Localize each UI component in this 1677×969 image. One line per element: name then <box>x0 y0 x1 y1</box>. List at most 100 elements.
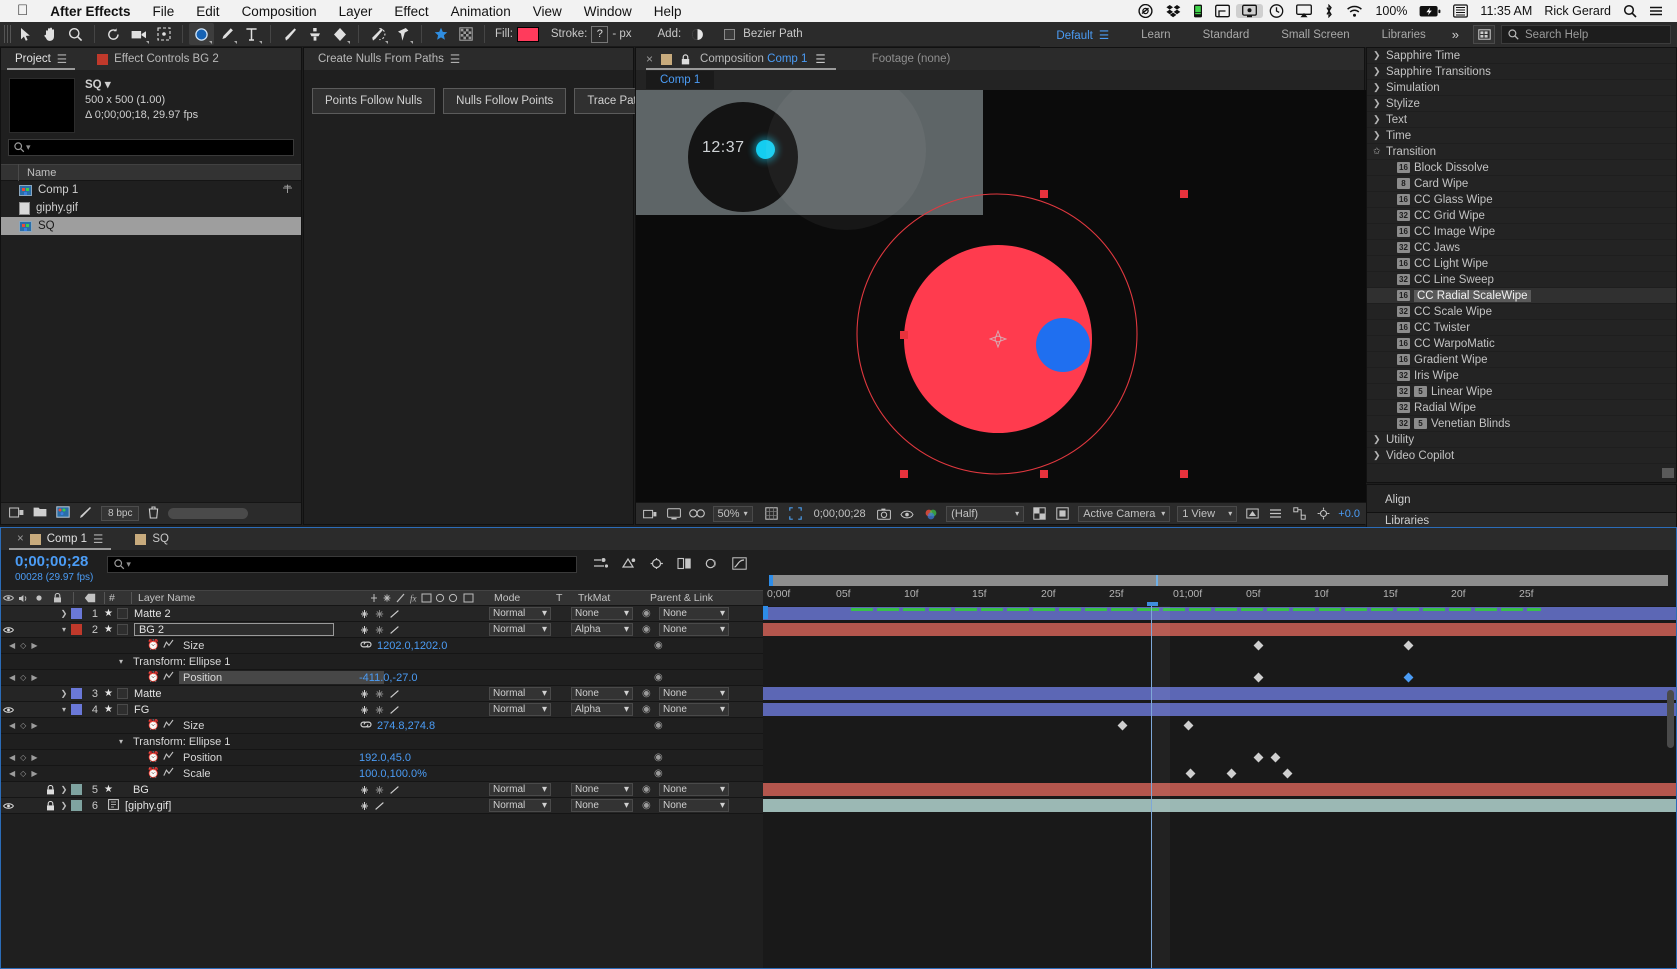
keyboard-input-icon[interactable] <box>1447 4 1474 18</box>
effects-list[interactable]: ❯ Sapphire Time ❯ Sapphire Transitions ❯ Si… <box>1367 48 1676 482</box>
col-number[interactable]: # <box>109 590 125 606</box>
layer-name[interactable]: Matte 2 <box>134 608 171 620</box>
keyframe-nav[interactable]: ◀ ◇ ▶ <box>1 769 37 778</box>
project-item-name[interactable]: SQ ▾ <box>85 78 198 93</box>
add-keyframe-icon[interactable]: ◇ <box>20 673 26 682</box>
next-keyframe-icon[interactable]: ▶ <box>31 673 37 682</box>
layer-color-chip[interactable] <box>71 608 82 619</box>
visibility-toggle[interactable] <box>1 802 15 810</box>
rotation-tool-icon[interactable] <box>101 23 126 45</box>
airplay-icon[interactable] <box>1290 4 1318 18</box>
creative-cloud-icon[interactable] <box>1131 4 1160 18</box>
expand-chevron-icon[interactable]: ❯ <box>57 785 71 794</box>
effect-item-cc-light-wipe[interactable]: 16 CC Light Wipe <box>1367 256 1676 272</box>
tab-effect-controls[interactable]: Effect Controls BG 2 <box>89 48 227 70</box>
effect-item-block-dissolve[interactable]: 16 Block Dissolve <box>1367 160 1676 176</box>
trkmat-dropdown[interactable]: None ▾ <box>571 607 633 620</box>
mode-cell[interactable]: Normal ▾ <box>489 783 555 796</box>
lock-toggle[interactable] <box>43 784 57 795</box>
layer-inpoint-handle[interactable] <box>763 606 768 619</box>
timeline-vertical-scrollbar[interactable] <box>1667 690 1674 748</box>
workspace-small-screen[interactable]: Small Screen <box>1265 29 1365 41</box>
type-tool-icon[interactable] <box>239 23 264 45</box>
close-icon[interactable]: × <box>646 52 653 66</box>
comp-flowchart-icon[interactable] <box>1291 506 1308 522</box>
parent-cell[interactable]: None ▾ <box>659 687 729 700</box>
draft-3d-icon[interactable] <box>621 557 636 573</box>
timeline-current-time[interactable]: 0;00;00;28 00028 (29.97 fps) <box>1 554 93 586</box>
composition-panel-menu-icon[interactable]: ☰ <box>815 52 825 66</box>
track-row[interactable] <box>763 782 1676 798</box>
keyframe-marker[interactable] <box>1403 672 1414 683</box>
collapse-chevron-icon[interactable]: ▾ <box>119 737 123 746</box>
col-t[interactable]: T <box>556 590 578 606</box>
prev-keyframe-icon[interactable]: ◀ <box>9 769 15 778</box>
effect-item-cc-grid-wipe[interactable]: 32 CC Grid Wipe <box>1367 208 1676 224</box>
workspace-learn[interactable]: Learn <box>1125 29 1186 41</box>
work-area-bar[interactable] <box>769 575 1668 586</box>
property-value[interactable]: -411.0,-27.0 <box>359 672 418 684</box>
table-row[interactable]: ▾ 4 ★ FG Normal ▾ Alpha ▾ ◉ None ▾ <box>1 702 763 718</box>
layer-name[interactable]: BG <box>133 784 149 796</box>
effects-panel-resize-grip[interactable] <box>1662 468 1674 478</box>
next-keyframe-icon[interactable]: ▶ <box>31 641 37 650</box>
parent-pickwhip-icon[interactable]: ◉ <box>642 608 651 619</box>
trkmat-dropdown[interactable]: Alpha ▾ <box>571 703 633 716</box>
toggle-transparency-grid-icon[interactable] <box>1031 506 1048 522</box>
layer-color-chip[interactable] <box>71 624 82 635</box>
collapse-chevron-icon[interactable]: ▾ <box>119 657 123 666</box>
menu-effect[interactable]: Effect <box>383 4 439 19</box>
prev-keyframe-icon[interactable]: ◀ <box>9 641 15 650</box>
menu-animation[interactable]: Animation <box>440 4 522 19</box>
bluetooth-icon[interactable] <box>1318 4 1340 18</box>
keyframe-marker[interactable] <box>1282 768 1293 779</box>
table-row[interactable]: ◀ ◇ ▶ ⏰ Position 192.0,45.0 ◉ <box>1 750 763 766</box>
layer-duration-bar[interactable] <box>763 783 1676 796</box>
magnification-dropdown[interactable]: 50% ▾ <box>712 505 753 522</box>
table-row[interactable]: ▾ 2 ★ BG 2 Normal ▾ Alpha ▾ ◉ None ▾ <box>1 622 763 638</box>
pen-tool-icon[interactable] <box>214 23 239 45</box>
fill-color-swatch[interactable] <box>516 26 539 42</box>
track-row[interactable] <box>763 798 1676 814</box>
project-list-item[interactable]: Comp 1 <box>1 181 301 199</box>
property-group-name[interactable]: Transform: Ellipse 1 <box>133 656 230 668</box>
mode-dropdown[interactable]: Normal ▾ <box>489 687 551 700</box>
puppet-pin-tool-icon[interactable] <box>390 23 415 45</box>
effect-item-cc-jaws[interactable]: 32 CC Jaws <box>1367 240 1676 256</box>
track-row[interactable] <box>763 734 1676 750</box>
track-row[interactable] <box>763 686 1676 702</box>
effects-group-video-copilot[interactable]: ❯ Video Copilot <box>1367 448 1676 464</box>
table-row[interactable]: ❯ 3 ★ Matte Normal ▾ None ▾ ◉ None ▾ <box>1 686 763 702</box>
parent-cell[interactable]: None ▾ <box>659 607 729 620</box>
next-keyframe-icon[interactable]: ▶ <box>31 721 37 730</box>
layer-switches[interactable] <box>359 785 400 795</box>
table-row[interactable]: ❯ 1 ★ Matte 2 Normal ▾ None ▾ ◉ None ▾ <box>1 606 763 622</box>
effect-item-cc-scale-wipe[interactable]: 32 CC Scale Wipe <box>1367 304 1676 320</box>
keyframe-marker[interactable] <box>1185 768 1196 779</box>
zoom-tool-icon[interactable] <box>63 23 88 45</box>
3d-renderer-icon[interactable] <box>1055 506 1072 522</box>
workspace-standard[interactable]: Standard <box>1187 29 1266 41</box>
graph-editor-set-icon[interactable] <box>163 767 174 780</box>
viewer-timecode[interactable]: 0;00;00;28 <box>811 506 869 522</box>
close-icon[interactable]: × <box>17 533 24 545</box>
mode-dropdown[interactable]: Normal ▾ <box>489 703 551 716</box>
region-of-interest-icon[interactable] <box>787 506 804 522</box>
trkmat-cell[interactable]: Alpha ▾ <box>571 623 633 636</box>
trkmat-dropdown[interactable]: None ▾ <box>571 799 633 812</box>
effect-item-gradient-wipe[interactable]: 16 Gradient Wipe <box>1367 352 1676 368</box>
project-settings-icon[interactable] <box>79 506 92 522</box>
pixel-aspect-correction-icon[interactable] <box>1244 506 1261 522</box>
expression-pickwhip-icon[interactable]: ◉ <box>654 752 663 763</box>
nulls-panel-menu-icon[interactable]: ☰ <box>450 52 460 66</box>
layer-color-chip[interactable] <box>71 800 82 811</box>
layer-name[interactable]: FG <box>134 704 149 716</box>
timeline-ruler[interactable]: 0;00f 05f 10f 15f 20f 25f 01;00f 05f 10f… <box>763 588 1676 604</box>
parent-dropdown[interactable]: None ▾ <box>659 799 729 812</box>
keyframe-marker[interactable] <box>1183 720 1194 731</box>
search-help-field[interactable]: Search Help <box>1501 25 1671 44</box>
col-audio-icon[interactable] <box>15 590 31 606</box>
trkmat-cell[interactable]: None ▾ <box>571 799 633 812</box>
wifi-icon[interactable] <box>1340 4 1369 18</box>
lock-icon[interactable] <box>678 53 692 65</box>
